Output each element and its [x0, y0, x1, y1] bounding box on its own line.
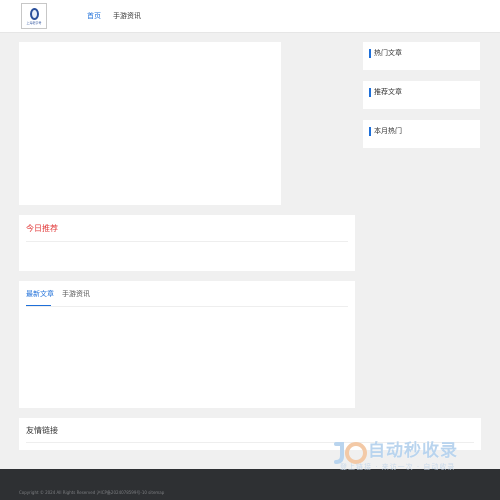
banner-slot	[19, 42, 281, 205]
nav-home[interactable]: 首页	[87, 12, 101, 21]
friend-links-title: 友情链接	[26, 426, 58, 435]
monthly-hot-card: 本月热门	[363, 120, 480, 148]
logo-emblem-icon	[29, 7, 39, 20]
logo-text: 上海老字号	[26, 20, 42, 25]
nav-mobile-game-news[interactable]: 手游资讯	[113, 12, 141, 21]
active-tab-underline	[26, 305, 51, 306]
watermark-title: 自动秒收录	[368, 441, 458, 461]
site-header: 上海老字号 首页 手游资讯	[0, 0, 500, 33]
section-divider	[26, 241, 348, 242]
watermark-subtitle: 登上链接 · 来访一次 · 自动收录	[340, 463, 456, 471]
today-recommend-title: 今日推荐	[26, 224, 58, 233]
hot-articles-title: 热门文章	[374, 49, 402, 57]
recommended-articles-title: 推荐文章	[374, 88, 402, 96]
tab-latest-articles[interactable]: 最新文章	[26, 290, 54, 299]
recommended-articles-card: 推荐文章	[363, 81, 480, 109]
site-logo[interactable]: 上海老字号	[21, 3, 47, 29]
article-tabs-section: 最新文章 手游资讯	[19, 281, 355, 408]
watermark: 自动秒收录 登上链接 · 来访一次 · 自动收录	[332, 440, 482, 476]
tabs-divider	[26, 306, 348, 307]
footer-copyright: Copyright © 2024 All Rights Reserved 沪IC…	[19, 490, 165, 495]
section-marker	[369, 88, 371, 97]
tab-mobile-game-news[interactable]: 手游资讯	[62, 290, 90, 299]
section-marker	[369, 49, 371, 58]
monthly-hot-title: 本月热门	[374, 127, 402, 135]
section-marker	[369, 127, 371, 136]
hot-articles-card: 热门文章	[363, 42, 480, 70]
today-recommend-section: 今日推荐	[19, 215, 355, 271]
